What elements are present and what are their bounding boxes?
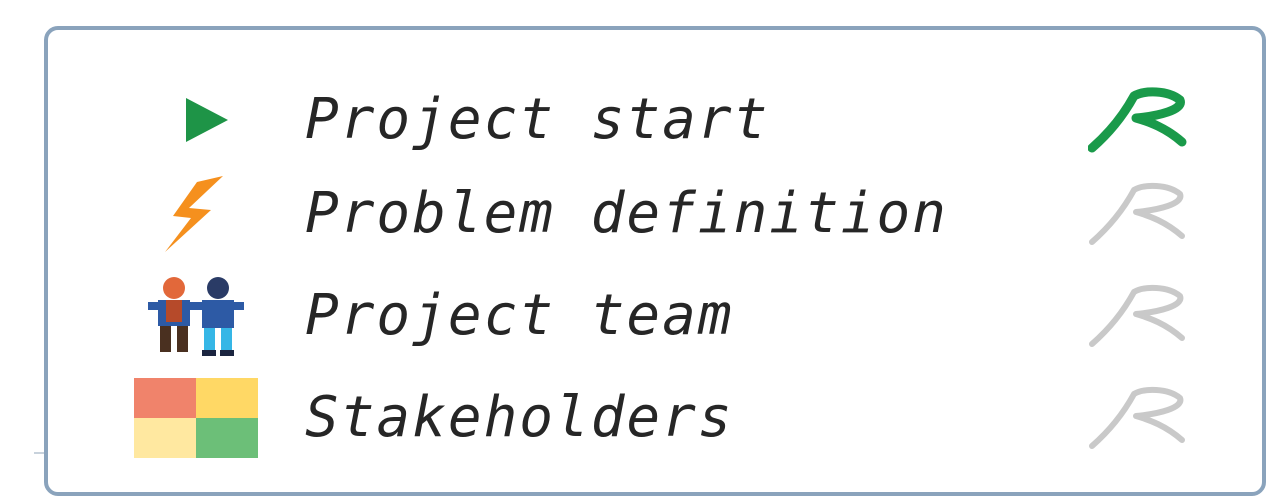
step-row-project-start[interactable]: Project start bbox=[0, 78, 1273, 162]
step-row-problem-definition[interactable]: Problem definition bbox=[0, 172, 1273, 256]
step-label: Stakeholders bbox=[305, 385, 734, 450]
status-check-icon bbox=[1088, 384, 1188, 454]
team-icon bbox=[128, 274, 264, 358]
status-check-icon bbox=[1088, 180, 1188, 250]
status-check-icon bbox=[1087, 86, 1188, 156]
play-icon bbox=[128, 78, 264, 162]
step-row-stakeholders[interactable]: Stakeholders bbox=[0, 376, 1273, 460]
step-label: Problem definition bbox=[305, 181, 948, 246]
step-label: Project team bbox=[305, 283, 734, 348]
status-check-icon bbox=[1088, 282, 1188, 352]
step-row-project-team[interactable]: Project team bbox=[0, 274, 1273, 358]
lightning-icon bbox=[128, 172, 264, 256]
stakeholder-grid-icon bbox=[128, 376, 264, 460]
step-label: Project start bbox=[305, 87, 770, 152]
